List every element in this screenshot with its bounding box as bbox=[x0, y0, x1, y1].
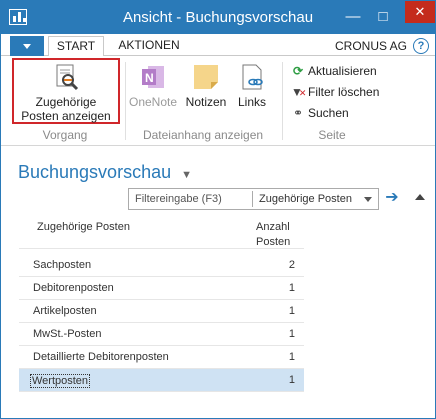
binoculars-icon: ⚭ bbox=[292, 106, 304, 120]
ribbon-tabs: START AKTIONEN CRONUS AG ? bbox=[1, 34, 435, 57]
chevron-down-icon[interactable]: ▼ bbox=[181, 169, 192, 181]
row-entry-count: 2 bbox=[288, 259, 295, 271]
related-entries-button[interactable]: Zugehörige Posten anzeigen bbox=[14, 62, 118, 123]
maximize-button[interactable]: □ bbox=[371, 7, 395, 27]
group-label-vorgang: Vorgang bbox=[42, 128, 88, 142]
page-title[interactable]: Buchungsvorschau ▼ bbox=[18, 162, 192, 183]
filter-divider bbox=[252, 191, 253, 207]
note-icon bbox=[194, 65, 218, 89]
row-entry-count: 1 bbox=[288, 374, 295, 386]
search-button[interactable]: ⚭ Suchen bbox=[291, 106, 349, 120]
close-button[interactable]: ✕ bbox=[405, 1, 435, 23]
title-bar: Ansicht - Buchungsvorschau — □ ✕ bbox=[1, 1, 435, 34]
column-header-entries[interactable]: Zugehörige Posten bbox=[37, 221, 130, 233]
refresh-icon: ⟳ bbox=[292, 64, 304, 78]
column-header-count-1[interactable]: Anzahl bbox=[256, 221, 290, 233]
row-entry-name[interactable]: Artikelposten bbox=[33, 305, 97, 317]
tab-aktionen[interactable]: AKTIONEN bbox=[111, 36, 187, 57]
table-row[interactable]: Sachposten 2 bbox=[19, 254, 304, 277]
notes-button[interactable]: Notizen bbox=[182, 62, 230, 109]
row-entry-name[interactable]: Detaillierte Debitorenposten bbox=[33, 351, 169, 363]
group-separator bbox=[282, 62, 283, 140]
chevron-down-icon[interactable] bbox=[364, 197, 372, 202]
group-label-attachment: Dateianhang anzeigen bbox=[142, 128, 264, 142]
refresh-label: Aktualisieren bbox=[308, 64, 377, 78]
row-entry-count: 1 bbox=[288, 282, 295, 294]
table-row-selected[interactable]: Wertposten 1 bbox=[19, 369, 304, 392]
collapse-icon[interactable] bbox=[414, 191, 426, 203]
onenote-button[interactable]: N OneNote bbox=[128, 62, 178, 109]
table-row[interactable]: Detaillierte Debitorenposten 1 bbox=[19, 346, 304, 369]
filter-bar: Filtereingabe (F3) Zugehörige Posten bbox=[128, 188, 379, 210]
table-row[interactable]: Artikelposten 1 bbox=[19, 300, 304, 323]
row-entry-count: 1 bbox=[288, 351, 295, 363]
row-entry-name[interactable]: Sachposten bbox=[33, 259, 91, 271]
row-entry-name[interactable]: Debitorenposten bbox=[33, 282, 114, 294]
help-icon[interactable]: ? bbox=[413, 38, 429, 54]
header-divider bbox=[19, 248, 304, 249]
links-icon bbox=[242, 64, 263, 90]
search-label: Suchen bbox=[308, 106, 349, 120]
refresh-button[interactable]: ⟳ Aktualisieren bbox=[291, 64, 377, 78]
links-button[interactable]: Links bbox=[233, 62, 271, 109]
links-label: Links bbox=[237, 95, 266, 109]
window-title: Ansicht - Buchungsvorschau bbox=[122, 9, 314, 26]
tab-start[interactable]: START bbox=[48, 36, 104, 57]
clear-filter-label: Filter löschen bbox=[308, 85, 380, 99]
group-separator bbox=[125, 62, 126, 140]
row-entry-name[interactable]: MwSt.-Posten bbox=[33, 328, 101, 340]
related-entries-label-2: Posten anzeigen bbox=[21, 109, 111, 123]
application-menu-button[interactable] bbox=[10, 36, 44, 56]
clear-filter-button[interactable]: ▼✕ Filter löschen bbox=[291, 85, 379, 99]
onenote-icon: N bbox=[142, 66, 164, 88]
minimize-button[interactable]: — bbox=[341, 7, 365, 27]
row-entry-count: 1 bbox=[288, 305, 295, 317]
filter-input[interactable]: Filtereingabe (F3) bbox=[135, 193, 222, 205]
related-entries-label-1: Zugehörige bbox=[35, 95, 97, 109]
page-title-text: Buchungsvorschau bbox=[18, 162, 172, 182]
row-entry-name[interactable]: Wertposten bbox=[30, 374, 91, 388]
company-name[interactable]: CRONUS AG bbox=[335, 39, 407, 53]
table-row[interactable]: MwSt.-Posten 1 bbox=[19, 323, 304, 346]
filter-field-select[interactable]: Zugehörige Posten bbox=[259, 193, 352, 205]
ribbon: Zugehörige Posten anzeigen Vorgang N One… bbox=[1, 56, 435, 146]
column-header-count-2[interactable]: Posten bbox=[256, 236, 290, 248]
svg-text:N: N bbox=[145, 71, 154, 85]
related-entries-icon bbox=[56, 64, 79, 91]
onenote-label: OneNote bbox=[128, 95, 178, 109]
app-window: Ansicht - Buchungsvorschau — □ ✕ START A… bbox=[0, 0, 436, 419]
row-entry-count: 1 bbox=[288, 328, 295, 340]
group-label-page: Seite bbox=[318, 128, 346, 142]
table-row[interactable]: Debitorenposten 1 bbox=[19, 277, 304, 300]
arrow-right-icon[interactable]: ➔ bbox=[381, 188, 403, 210]
clear-filter-icon: ▼✕ bbox=[291, 85, 307, 99]
notes-label: Notizen bbox=[185, 95, 227, 109]
